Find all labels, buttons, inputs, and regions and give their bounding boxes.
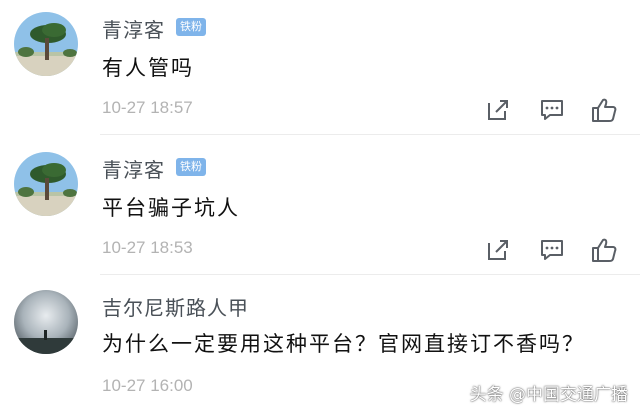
divider (100, 274, 640, 275)
avatar-sky-image (14, 290, 78, 354)
comment-icon[interactable] (538, 96, 566, 124)
comment-time: 10-27 16:00 (102, 376, 193, 395)
comment-time: 10-27 18:57 (102, 98, 193, 117)
comment-text: 为什么一定要用这种平台？官网直接订不香吗？ (102, 332, 585, 356)
share-icon[interactable] (484, 236, 512, 264)
fan-badge: 铁粉 (176, 18, 206, 36)
username[interactable]: 吉尔尼斯路人甲 (102, 292, 249, 321)
avatar[interactable] (14, 152, 78, 216)
like-icon[interactable] (590, 96, 618, 124)
avatar-tree-image (14, 152, 78, 216)
watermark: 头条 @中国交通广播 (469, 385, 628, 405)
like-icon[interactable] (590, 236, 618, 264)
comment-time: 10-27 18:53 (102, 238, 193, 257)
comment-icon[interactable] (538, 236, 566, 264)
fan-badge: 铁粉 (176, 158, 206, 176)
comment-text: 有人管吗 (102, 56, 194, 80)
username[interactable]: 青淳客 (102, 154, 165, 183)
avatar-tree-image (14, 12, 78, 76)
share-icon[interactable] (484, 96, 512, 124)
avatar[interactable] (14, 290, 78, 354)
comment-text: 平台骗子坑人 (102, 196, 240, 220)
username[interactable]: 青淳客 (102, 14, 165, 43)
divider (100, 134, 640, 135)
avatar[interactable] (14, 12, 78, 76)
